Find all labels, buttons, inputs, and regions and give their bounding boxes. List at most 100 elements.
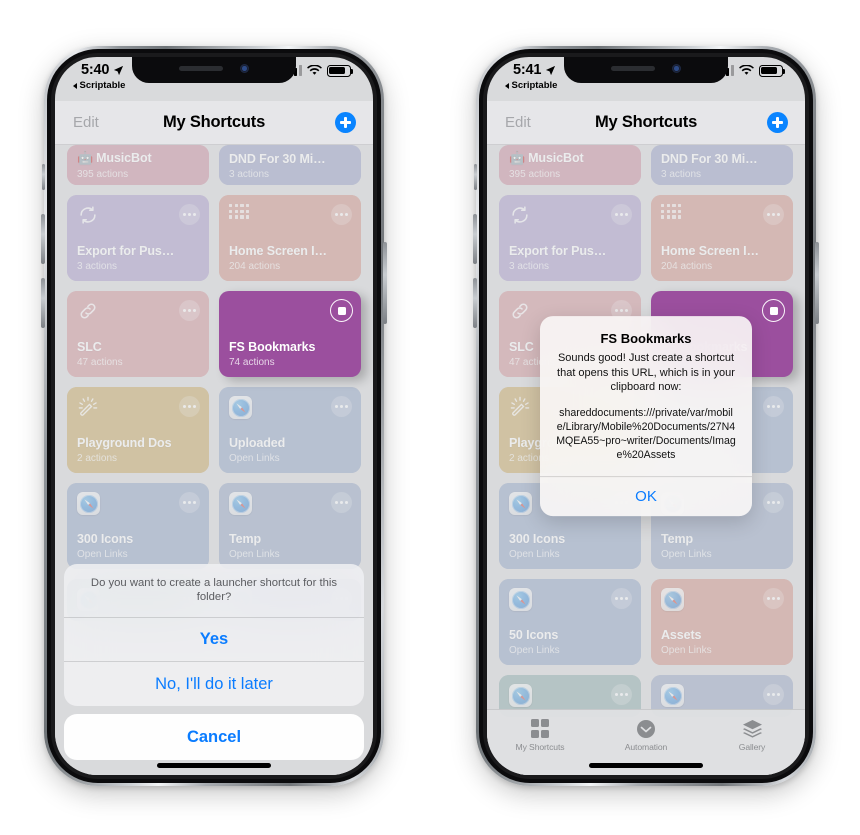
back-app-label: Scriptable (79, 80, 126, 91)
alert-dialog: FS Bookmarks Sounds good! Just create a … (540, 316, 752, 516)
phone-right-screen: 5:41 Scriptable Edit My Shortcuts 🤖 Musi… (487, 57, 805, 775)
tile-title: Temp (229, 532, 331, 546)
safari-icon (229, 492, 252, 515)
alert-title: FS Bookmarks (600, 331, 692, 347)
action-sheet-message: Do you want to create a launcher shortcu… (64, 564, 364, 618)
tile-title-text: FS Bookmarks (229, 340, 316, 354)
tile-more-button[interactable] (179, 300, 200, 321)
status-bar-time-group: 5:40 (81, 62, 124, 78)
safari-icon (229, 396, 252, 419)
silence-switch[interactable] (42, 164, 45, 190)
tile-title: Export for Pushcut (77, 244, 179, 258)
tile-title: 🤖 MusicBot (77, 150, 179, 166)
tile-title-text: MusicBot (96, 151, 152, 165)
tile-title-text: Uploaded (229, 436, 286, 450)
silence-switch[interactable] (474, 164, 477, 190)
shortcut-tile[interactable]: SLC 47 actions (67, 291, 209, 377)
tile-title: SLC (77, 340, 179, 354)
action-sheet-button-later[interactable]: No, I'll do it later (64, 662, 364, 706)
tile-icon (77, 492, 100, 515)
tile-icon (77, 300, 99, 322)
power-button[interactable] (815, 242, 819, 324)
tile-subtitle: 395 actions (77, 169, 129, 180)
tile-title-text: Temp (229, 532, 262, 546)
tile-subtitle: Open Links (229, 453, 280, 464)
shortcut-tile[interactable]: Export for Pushcut 3 actions (67, 195, 209, 281)
status-bar-time: 5:40 (81, 62, 110, 78)
alert-body: FS Bookmarks Sounds good! Just create a … (540, 316, 752, 476)
location-arrow-icon (114, 65, 124, 75)
stop-icon[interactable] (330, 299, 353, 322)
tile-subtitle: 204 actions (229, 261, 281, 272)
tile-icon (229, 204, 251, 226)
tile-subtitle: 3 actions (229, 169, 270, 180)
tile-icon (77, 204, 99, 226)
phone-right: 5:41 Scriptable Edit My Shortcuts 🤖 Musi… (473, 46, 819, 786)
shortcuts-grid: 🤖MusicBot 395 actions DND For 30 Minutes 3 … (67, 145, 361, 621)
power-button[interactable] (383, 242, 387, 324)
tile-title-text: Playground Dos (77, 436, 172, 450)
dot-grid-icon (229, 204, 251, 219)
alert-url-text: shareddocuments:///private/var/mobile/Li… (556, 406, 736, 461)
refresh-icon (80, 206, 96, 224)
tile-more-button[interactable] (331, 204, 352, 225)
alert-ok-button[interactable]: OK (540, 475, 752, 516)
back-triangle-icon (73, 82, 77, 89)
volume-down-button[interactable] (473, 278, 477, 328)
tile-more-button[interactable] (179, 396, 200, 417)
page-title: My Shortcuts (162, 113, 266, 131)
home-indicator[interactable] (157, 763, 271, 768)
shortcut-tile[interactable]: 🤖 MusicBot 395 actions (67, 145, 209, 185)
tile-title: Uploaded (229, 436, 331, 450)
tile-title-text: Home Screen Icon Cr… (229, 244, 331, 258)
tile-subtitle: 74 actions (229, 357, 275, 368)
shortcut-tile[interactable]: FS Bookmarks 74 actions (219, 291, 361, 377)
shortcut-tile[interactable]: 300 Icons Open Links (67, 483, 209, 569)
alert-message: Sounds good! Just create a shortcut that… (557, 352, 735, 394)
action-sheet: Do you want to create a launcher shortcu… (64, 563, 364, 760)
tile-more-button[interactable] (179, 204, 200, 225)
volume-up-button[interactable] (473, 214, 477, 264)
tile-subtitle: Open Links (229, 549, 280, 560)
add-shortcut-button[interactable] (335, 112, 356, 133)
wifi-icon (307, 65, 322, 75)
action-sheet-button-yes[interactable]: Yes (64, 618, 364, 662)
tile-more-button[interactable] (179, 492, 200, 513)
shortcut-tile[interactable]: Temp Open Links (219, 483, 361, 569)
tile-title: Playground Dos (77, 436, 179, 450)
tile-subtitle: 2 actions (77, 453, 118, 464)
tile-subtitle: Open Links (77, 549, 128, 560)
tile-title-text: 300 Icons (77, 532, 134, 546)
magic-wand-icon (78, 396, 98, 416)
volume-up-button[interactable] (41, 214, 45, 264)
front-camera (240, 64, 249, 73)
back-to-app-indicator[interactable]: Scriptable (73, 80, 125, 91)
tile-subtitle: 3 actions (77, 261, 118, 272)
earpiece-speaker (179, 66, 223, 71)
action-sheet-group: Do you want to create a launcher shortcu… (64, 563, 364, 706)
tile-icon (229, 396, 252, 419)
shortcut-tile[interactable]: Uploaded Open Links (219, 387, 361, 473)
shortcut-tile[interactable]: Home Screen Icon Cr… 204 actions (219, 195, 361, 281)
shortcut-tile[interactable]: DND For 30 Minutes 3 actions (219, 145, 361, 185)
shortcut-tile[interactable]: Playground Dos 2 actions (67, 387, 209, 473)
tile-title-text: Export for Pushcut (77, 244, 179, 258)
safari-icon (77, 492, 100, 515)
tile-subtitle: 47 actions (77, 357, 123, 368)
notch (132, 57, 296, 83)
home-indicator[interactable] (589, 763, 703, 768)
nav-bar: Edit My Shortcuts (55, 101, 373, 145)
action-sheet-cancel-button[interactable]: Cancel (64, 714, 364, 760)
volume-down-button[interactable] (41, 278, 45, 328)
phone-left: 5:40 Scriptable Edit My Shortcuts 🤖 Musi… (41, 46, 387, 786)
phone-left-screen: 5:40 Scriptable Edit My Shortcuts 🤖 Musi… (55, 57, 373, 775)
screenshot-stage: 5:40 Scriptable Edit My Shortcuts 🤖 Musi… (0, 0, 860, 835)
tile-title-text: DND For 30 Minutes (229, 152, 331, 166)
edit-button[interactable]: Edit (73, 114, 99, 131)
tile-emoji-icon: 🤖 (77, 150, 94, 165)
tile-title: DND For 30 Minutes (229, 152, 331, 166)
tile-more-button[interactable] (331, 396, 352, 417)
tile-icon (229, 492, 252, 515)
tile-icon (77, 396, 99, 418)
tile-more-button[interactable] (331, 492, 352, 513)
